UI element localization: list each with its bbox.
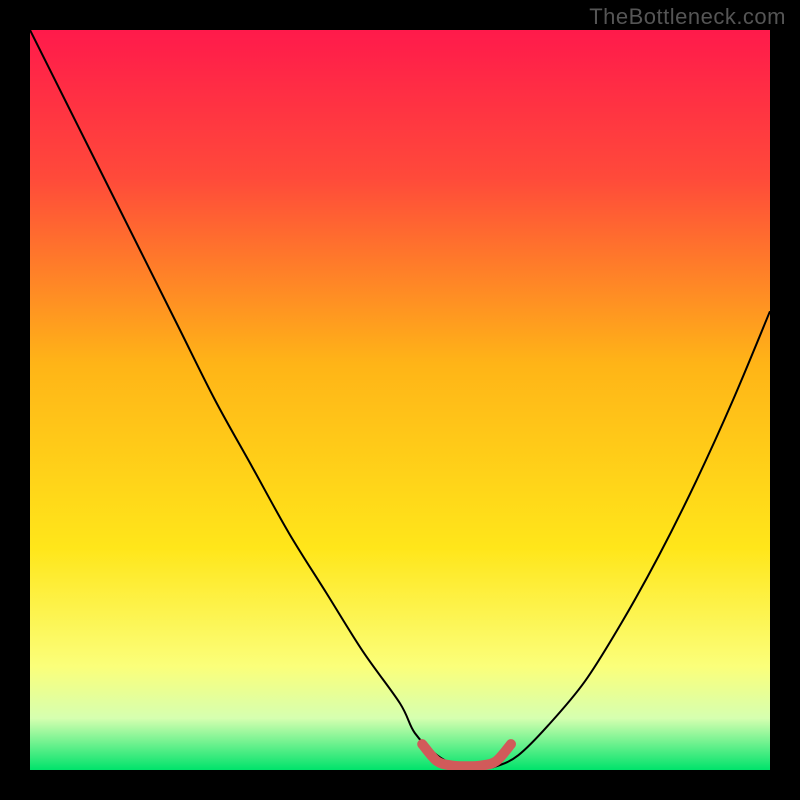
chart-svg xyxy=(30,30,770,770)
chart-plot xyxy=(30,30,770,770)
watermark-text: TheBottleneck.com xyxy=(589,4,786,30)
chart-frame: TheBottleneck.com xyxy=(0,0,800,800)
chart-background xyxy=(30,30,770,770)
